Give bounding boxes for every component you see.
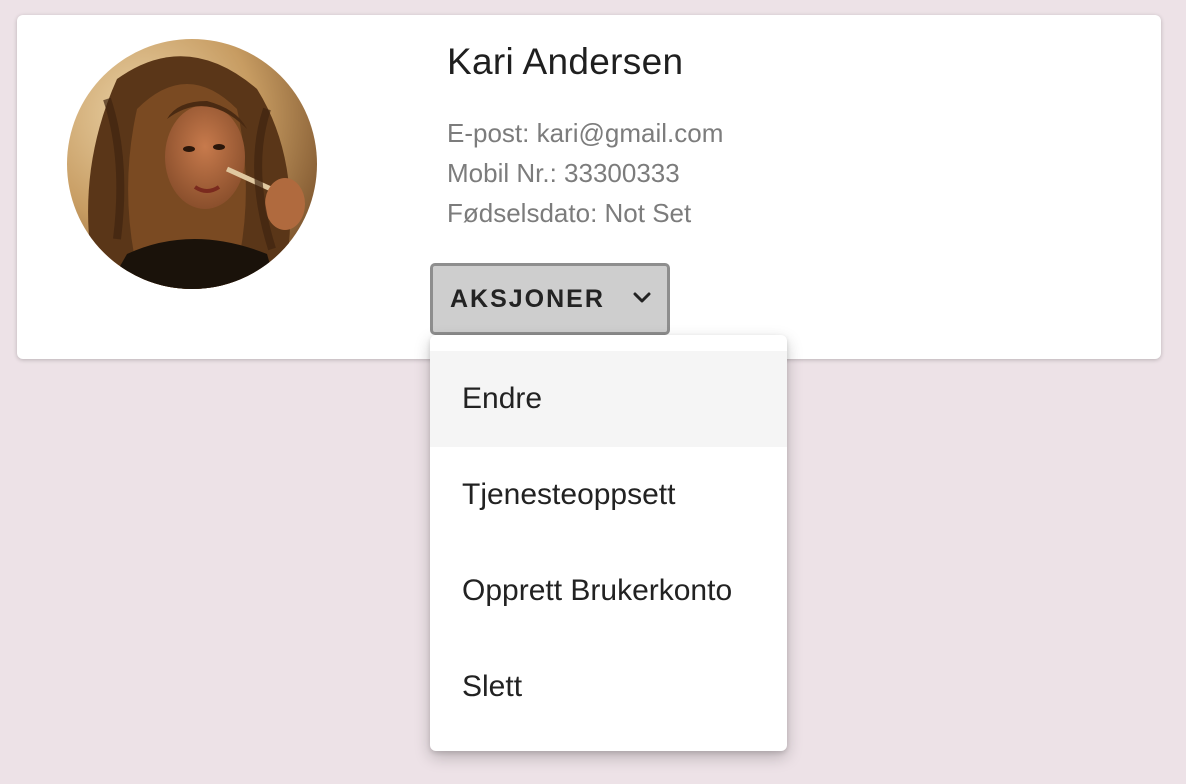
- email-text: E-post: kari@gmail.com: [447, 118, 724, 148]
- menu-item-slett[interactable]: Slett: [430, 639, 787, 735]
- phone-text: Mobil Nr.: 33300333: [447, 158, 680, 188]
- menu-item-opprett-brukerkonto[interactable]: Opprett Brukerkonto: [430, 543, 787, 639]
- menu-item-tjenesteoppsett[interactable]: Tjenesteoppsett: [430, 447, 787, 543]
- avatar-photo: [67, 39, 317, 289]
- profile-card: Kari Andersen E-post: kari@gmail.com Mob…: [17, 15, 1161, 359]
- actions-menu: Endre Tjenesteoppsett Opprett Brukerkont…: [430, 335, 787, 751]
- actions-button-label: AKSJONER: [450, 284, 605, 313]
- profile-name: Kari Andersen: [447, 41, 684, 82]
- contact-info: E-post: kari@gmail.com Mobil Nr.: 333003…: [447, 113, 723, 233]
- chevron-down-icon: [633, 292, 651, 303]
- dob-text: Fødselsdato: Not Set: [447, 198, 692, 228]
- menu-item-endre[interactable]: Endre: [430, 351, 787, 447]
- actions-dropdown-button[interactable]: AKSJONER: [430, 263, 670, 335]
- avatar: [67, 39, 317, 289]
